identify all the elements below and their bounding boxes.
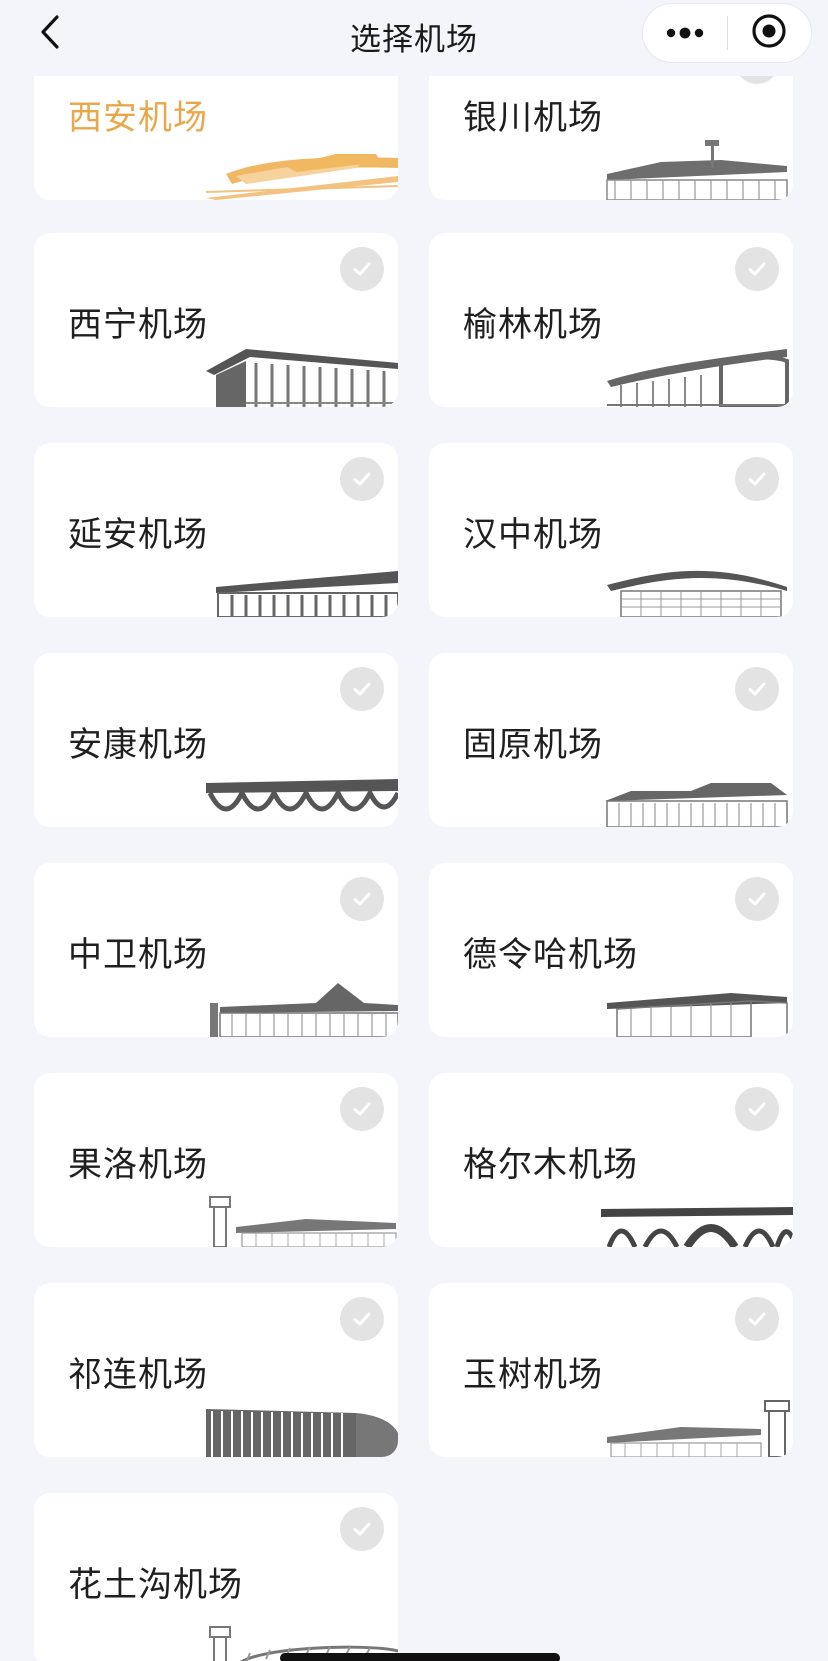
airport-card-zhongwei[interactable]: 中卫机场 [34, 863, 398, 1037]
check-circle-icon [735, 667, 779, 711]
airport-card-yanan[interactable]: 延安机场 [34, 443, 398, 617]
airport-card-geermu[interactable]: 格尔木机场 [429, 1073, 793, 1247]
terminal-illustration-icon [205, 136, 398, 200]
terminal-illustration-icon [601, 136, 793, 200]
top-nav-bar: 选择机场 [0, 0, 828, 76]
airport-card-qilian[interactable]: 祁连机场 [34, 1283, 398, 1457]
airport-name: 西安机场 [68, 98, 208, 138]
airport-name: 花土沟机场 [68, 1565, 243, 1605]
terminal-illustration-icon [601, 343, 793, 407]
check-circle-icon [735, 877, 779, 921]
check-circle-icon [340, 1507, 384, 1551]
airport-name: 固原机场 [463, 725, 603, 765]
more-button[interactable] [643, 3, 727, 63]
airport-name: 果洛机场 [68, 1145, 208, 1185]
airport-card-delingha[interactable]: 德令哈机场 [429, 863, 793, 1037]
close-button[interactable] [728, 3, 812, 63]
terminal-illustration-icon [206, 553, 398, 617]
airport-card-yulin[interactable]: 榆林机场 [429, 233, 793, 407]
airport-name: 西宁机场 [68, 305, 208, 345]
terminal-illustration-icon [206, 1183, 398, 1247]
check-circle-icon [735, 247, 779, 291]
airport-name: 银川机场 [463, 98, 603, 138]
check-circle-icon [340, 667, 384, 711]
airport-card-yushu[interactable]: 玉树机场 [429, 1283, 793, 1457]
check-circle-icon [340, 877, 384, 921]
airport-name: 延安机场 [68, 515, 208, 555]
airport-name: 格尔木机场 [463, 1145, 638, 1185]
airport-name: 祁连机场 [68, 1355, 208, 1395]
terminal-illustration-icon [601, 553, 793, 617]
airport-grid: 西安机场 银川机场 西宁机场 榆林机场 延安机场 汉中机场 安康机场 固原机场 … [0, 0, 828, 1661]
terminal-illustration-icon [601, 973, 793, 1037]
airport-name: 安康机场 [68, 725, 208, 765]
record-target-icon [751, 13, 787, 53]
terminal-illustration-icon [206, 973, 398, 1037]
airport-name: 榆林机场 [463, 305, 603, 345]
airport-card-hanzhong[interactable]: 汉中机场 [429, 443, 793, 617]
airport-name: 汉中机场 [463, 515, 603, 555]
airport-select-page: 西安机场 银川机场 西宁机场 榆林机场 延安机场 汉中机场 安康机场 固原机场 … [0, 0, 828, 1661]
airport-card-xining[interactable]: 西宁机场 [34, 233, 398, 407]
terminal-illustration-icon [601, 1183, 793, 1247]
check-circle-icon [735, 1087, 779, 1131]
airport-name: 德令哈机场 [463, 935, 638, 975]
check-circle-icon [340, 1087, 384, 1131]
check-circle-icon [735, 457, 779, 501]
mini-program-capsule [642, 3, 812, 63]
check-circle-icon [340, 1297, 384, 1341]
airport-name: 中卫机场 [68, 935, 208, 975]
terminal-illustration-icon [206, 1393, 398, 1457]
check-circle-icon [340, 247, 384, 291]
terminal-illustration-icon [601, 1393, 793, 1457]
more-dots-icon [665, 24, 705, 43]
airport-card-huatugou[interactable]: 花土沟机场 [34, 1493, 398, 1661]
check-circle-icon [735, 1297, 779, 1341]
check-circle-icon [340, 457, 384, 501]
terminal-illustration-icon [601, 763, 793, 827]
airport-card-guyuan[interactable]: 固原机场 [429, 653, 793, 827]
airport-card-ankang[interactable]: 安康机场 [34, 653, 398, 827]
terminal-illustration-icon [206, 763, 398, 827]
terminal-illustration-icon [206, 343, 398, 407]
airport-card-guoluo[interactable]: 果洛机场 [34, 1073, 398, 1247]
airport-name: 玉树机场 [463, 1355, 603, 1395]
home-indicator [280, 1653, 560, 1661]
